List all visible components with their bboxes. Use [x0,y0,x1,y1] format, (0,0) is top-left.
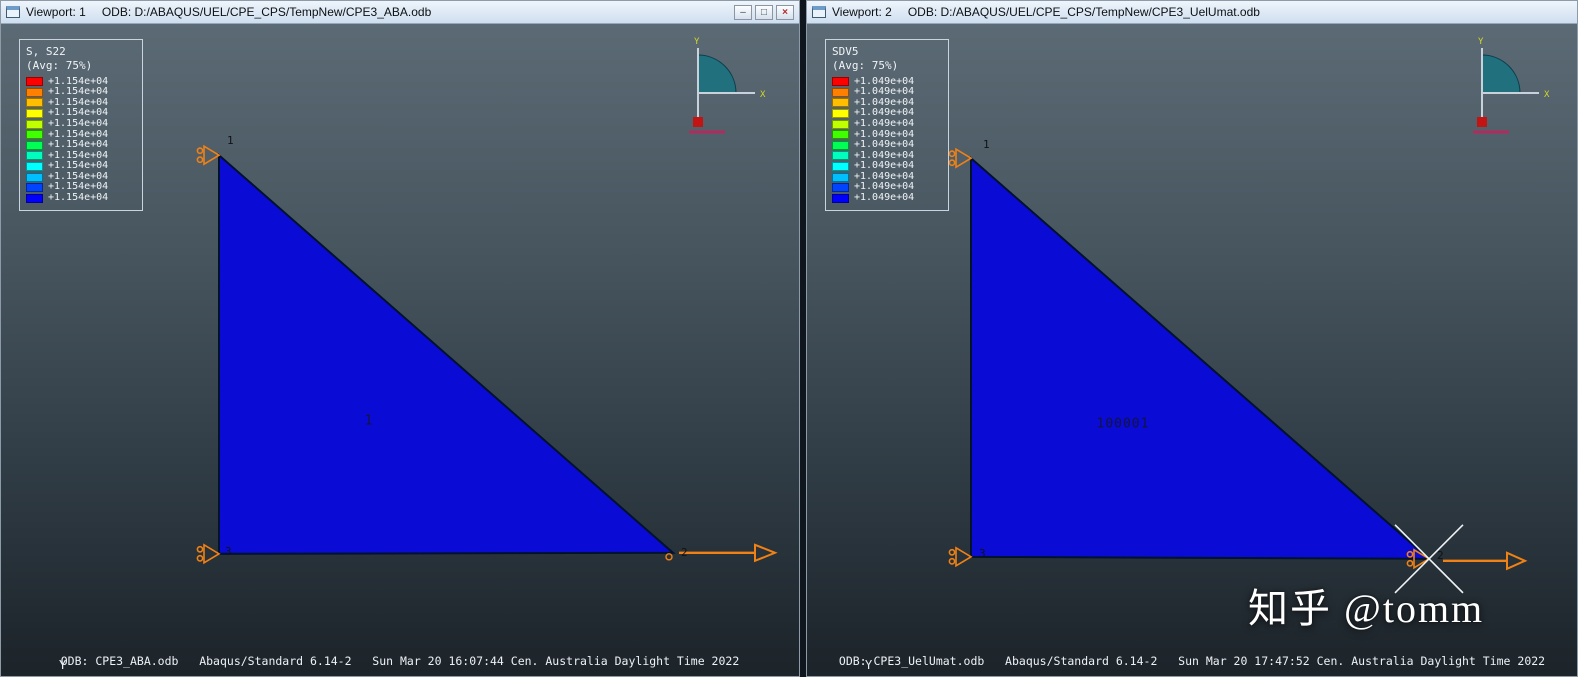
viewport-odb-path: ODB: D:/ABAQUS/UEL/CPE_CPS/TempNew/CPE3_… [101,5,432,19]
legend-swatch [26,172,43,182]
legend-swatch [26,119,43,129]
triad-origin-marker [1477,117,1487,127]
node-label-3: 3 [979,547,986,560]
triad-y-label: Y [694,37,700,47]
node-label-2: 2 [1437,549,1444,562]
abaqus-workspace: Viewport: 1 ODB: D:/ABAQUS/UEL/CPE_CPS/T… [0,0,1578,677]
viewport-1-titlebar[interactable]: Viewport: 1 ODB: D:/ABAQUS/UEL/CPE_CPS/T… [1,1,799,24]
legend-swatch [26,87,43,97]
legend-swatch [832,130,849,140]
node-label-1: 1 [983,138,990,151]
legend-title: SDV5 [832,45,859,58]
contour-legend: SDV5 (Avg: 75%) +1.049e+04 +1.049e+04 +1… [825,39,949,211]
legend-swatch [26,183,43,193]
element-label: 1 [365,414,374,429]
cpe3-element[interactable] [218,152,676,555]
global-axis-y-label: Y [865,658,873,672]
view-triad: Y X [1473,37,1550,134]
bc-symbol-node-3-icon [196,543,220,564]
legend-title: S, S22 [26,45,66,58]
triad-sector [697,54,737,94]
legend-rows: +1.154e+04 +1.154e+04 +1.154e+04 +1.154e… [26,76,138,204]
node-label-2: 2 [681,546,688,559]
legend-swatch [832,140,849,150]
node-label-3: 3 [225,545,232,558]
legend-swatch [832,87,849,97]
triad-x-label: X [760,90,766,100]
bc-symbol-node-1-icon [196,145,220,166]
legend-swatch [832,193,849,203]
legend-row: +1.154e+04 [26,192,138,204]
legend-subtitle: (Avg: 75%) [26,58,93,72]
legend-swatch [26,130,43,140]
contour-legend: S, S22 (Avg: 75%) +1.154e+04 +1.154e+04 … [19,39,143,211]
legend-swatch [832,183,849,193]
viewport-icon [6,6,20,18]
bc-symbol-node-1-icon [948,148,972,169]
triad-sector [1481,54,1521,94]
legend-swatch [832,119,849,129]
legend-swatch [832,172,849,182]
global-axis-y-label: Y [59,658,67,672]
triad-x-label: X [1544,90,1550,100]
view-triad: Y X [689,37,766,134]
viewport-title: Viewport: 1 [26,5,86,19]
node-label-1: 1 [227,134,234,147]
viewport-window-1[interactable]: Viewport: 1 ODB: D:/ABAQUS/UEL/CPE_CPS/T… [0,0,800,677]
minimize-button[interactable]: – [734,4,752,20]
odb-status-line: ODB: CPE3_UelUmat.odb Abaqus/Standard 6.… [838,654,1546,668]
window-controls: – □ × [731,4,794,20]
zhihu-watermark: 知乎 @tomm [1248,586,1485,631]
legend-swatch [26,109,43,119]
viewport-odb-path: ODB: D:/ABAQUS/UEL/CPE_CPS/TempNew/CPE3_… [907,5,1260,19]
element-label: 100001 [1097,417,1150,432]
legend-swatch [832,151,849,161]
legend-swatch [26,98,43,108]
bc-symbol-node-3-icon [948,547,972,567]
viewport-title: Viewport: 2 [832,5,892,19]
close-button[interactable]: × [776,4,794,20]
legend-swatch [26,162,43,172]
triad-origin-marker [693,117,703,127]
legend-swatch [26,77,43,87]
load-arrow-icon [1443,551,1528,571]
legend-swatch [832,109,849,119]
viewport-icon [812,6,826,18]
triad-y-label: Y [1478,37,1484,47]
legend-value: +1.154e+04 [48,192,109,204]
legend-swatch [26,140,43,150]
viewport-2-titlebar[interactable]: Viewport: 2 ODB: D:/ABAQUS/UEL/CPE_CPS/T… [807,1,1577,24]
load-arrow-icon [679,543,778,563]
legend-swatch [832,162,849,172]
viewport-1-canvas: 1 2 3 1 S, S22 (Avg: 75%) +1.154e+04 +1.… [1,24,799,676]
legend-row: +1.049e+04 [832,192,944,204]
node-2-marker-icon [665,553,673,561]
maximize-button[interactable]: □ [755,4,773,20]
legend-subtitle: (Avg: 75%) [832,58,899,72]
legend-swatch [26,151,43,161]
legend-swatch [26,193,43,203]
legend-value: +1.049e+04 [854,192,915,204]
legend-swatch [832,98,849,108]
legend-swatch [832,77,849,87]
legend-rows: +1.049e+04 +1.049e+04 +1.049e+04 +1.049e… [832,76,944,204]
cpe3-element[interactable] [970,156,1432,560]
odb-status-line: ODB: CPE3_ABA.odb Abaqus/Standard 6.14-2… [60,654,740,668]
